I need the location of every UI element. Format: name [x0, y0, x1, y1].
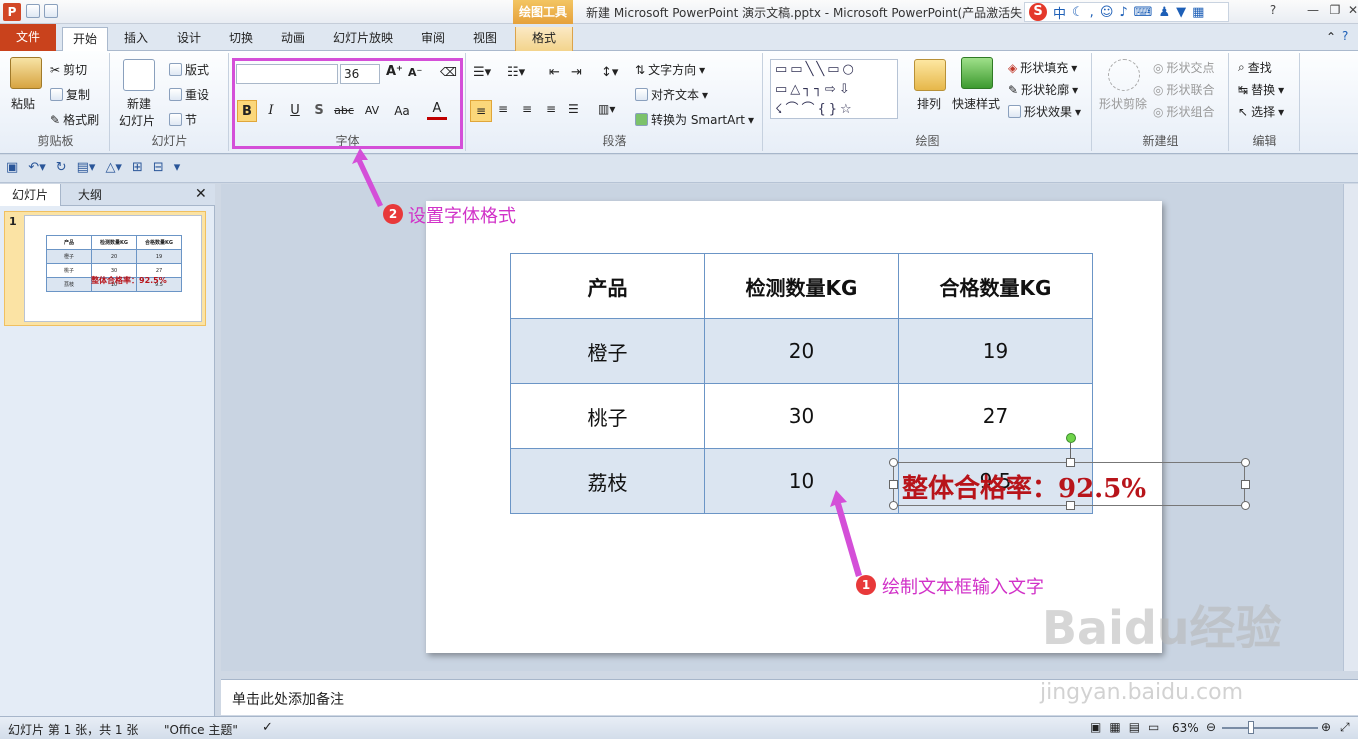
step-badge-1: 1: [856, 575, 876, 595]
arrow-to-textbox: [830, 490, 862, 577]
annotation-draw-textbox: 绘制文本框输入文字: [882, 577, 1044, 598]
powerpoint-window: P 绘图工具 新建 Microsoft PowerPoint 演示文稿.pptx…: [0, 0, 1358, 739]
arrow-to-font-group: [352, 148, 383, 207]
baidu-watermark-url: jingyan.baidu.com: [1040, 680, 1244, 705]
step-badge-2: 2: [383, 204, 403, 224]
annotation-set-font: 设置字体格式: [408, 206, 516, 227]
baidu-watermark: Baidu经验: [1042, 601, 1282, 655]
